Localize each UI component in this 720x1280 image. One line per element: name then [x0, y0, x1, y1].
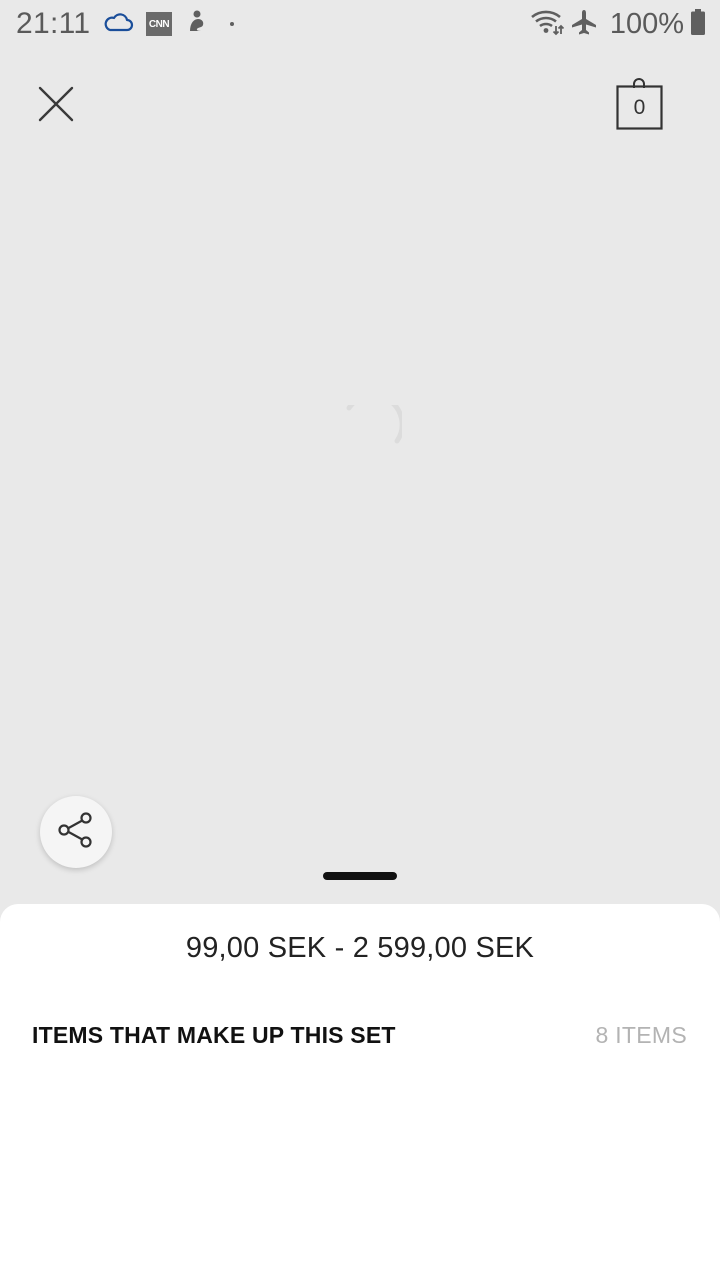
- bag-item-count: 0: [633, 96, 646, 119]
- status-time: 21:11: [16, 7, 91, 40]
- notification-icons: CNN: [102, 10, 234, 38]
- battery-percentage: 100%: [609, 7, 684, 40]
- close-button[interactable]: [28, 78, 84, 134]
- set-items-count: 8 ITEMS: [595, 1022, 687, 1048]
- share-icon: [56, 810, 96, 855]
- product-set-screen: 21:11 CNN 100% 0 99,00 SEK - 2 599,00 SE…: [0, 0, 720, 1280]
- app-notification-icon: [184, 9, 210, 40]
- price-range: 99,00 SEK - 2 599,00 SEK: [185, 932, 535, 964]
- shopping-bag-button[interactable]: 0: [616, 76, 672, 134]
- dot-icon: [230, 22, 234, 26]
- battery-icon: [690, 8, 706, 41]
- spinner-icon: [346, 392, 405, 445]
- cloud-icon: [102, 10, 134, 39]
- status-bar: 21:11 CNN 100%: [0, 0, 720, 48]
- bottom-sheet-drag-handle[interactable]: [323, 872, 397, 880]
- status-right-icons: 100%: [530, 7, 706, 41]
- wifi-icon: [530, 8, 564, 41]
- set-items-title: ITEMS THAT MAKE UP THIS SET: [32, 1022, 396, 1048]
- share-button[interactable]: [40, 796, 112, 868]
- close-icon: [37, 85, 75, 128]
- bottom-sheet: 99,00 SEK - 2 599,00 SEK ITEMS THAT MAKE…: [0, 904, 720, 1280]
- airplane-mode-icon: [570, 8, 598, 41]
- cnn-icon: CNN: [146, 12, 172, 36]
